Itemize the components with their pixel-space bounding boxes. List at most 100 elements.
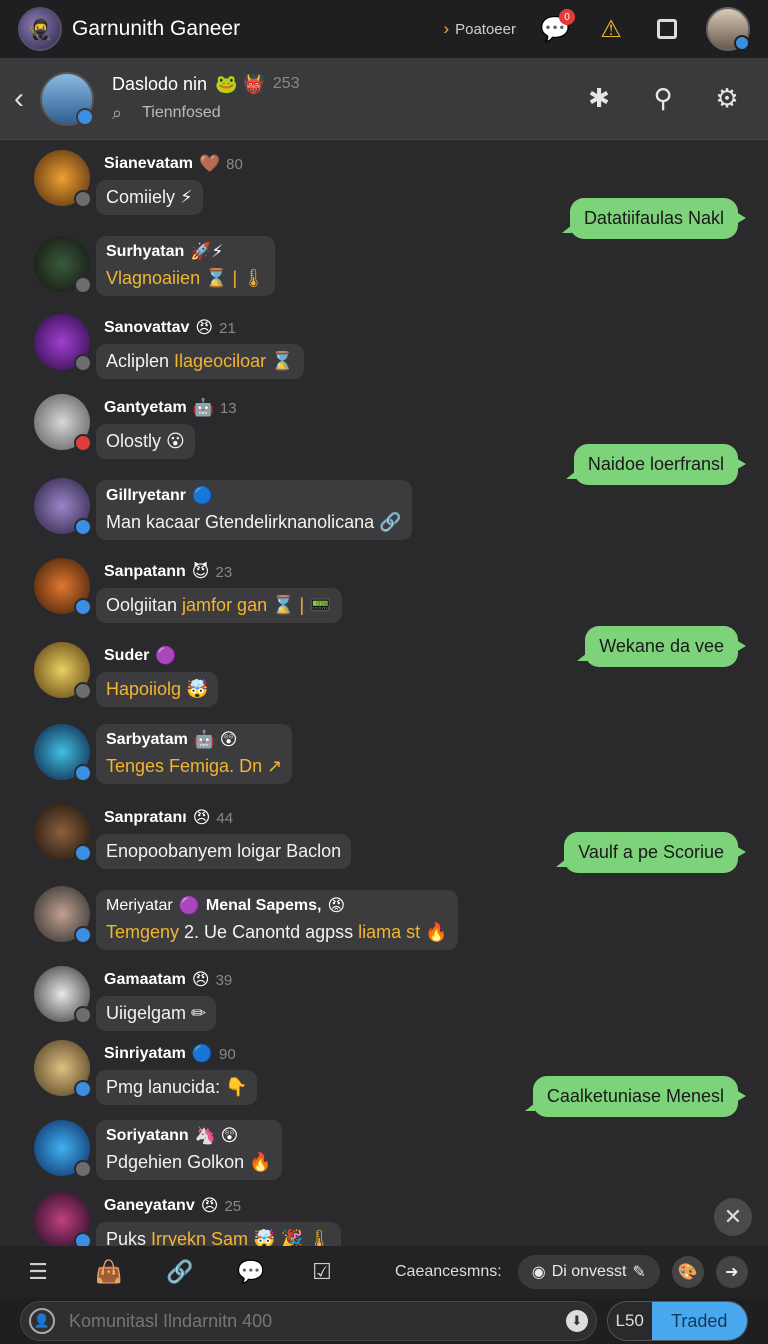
discover-pill[interactable]: ◉ Di onvesst ✎: [517, 1255, 660, 1289]
avatar[interactable]: [34, 724, 92, 782]
avatar[interactable]: [34, 314, 92, 372]
sender-name: Suder: [104, 647, 150, 664]
avatar[interactable]: [34, 1120, 92, 1178]
message-bubble[interactable]: Enopoobanyem loigar Baclon: [96, 834, 352, 869]
sender-count: 39: [215, 971, 233, 989]
message-bubble[interactable]: Hapoiiolg 🤯: [96, 672, 219, 707]
message-text: 2. Ue Canontd agpss: [184, 922, 359, 942]
message-bubble[interactable]: Oolgiitan jamfor gan ⌛ | 📟: [96, 588, 342, 623]
message-bubble[interactable]: Sarbyatam 🤖 😲 Tenges Femiga. Dn ↗: [96, 724, 293, 784]
message-item: Gillryetanr 🔵 Man kacaar Gtendelirknanoli…: [34, 478, 412, 540]
avatar[interactable]: [34, 394, 92, 452]
sender-emoji: 😠: [192, 808, 211, 827]
chat-emoji: 🐸 👹: [215, 73, 265, 94]
message-item: Sinriyatam 🔵 90 Pmg lanucida: 👇: [34, 1040, 258, 1105]
toolbar-label: Caeancesmns:: [395, 1263, 502, 1280]
my-message-bubble[interactable]: Wekane da vee: [577, 626, 746, 667]
pencil-icon: ✎: [632, 1264, 646, 1281]
chat-info: Daslodo nin 🐸 👹 253 ⌕ Tiennfosed: [112, 74, 300, 124]
window-icon[interactable]: [650, 12, 684, 46]
gear-icon[interactable]: ⚙: [710, 82, 744, 116]
input-bar: 👤 ⬇ L50 Traded: [0, 1298, 768, 1344]
avatar[interactable]: [34, 558, 92, 616]
my-message-bubble[interactable]: Caalketuniase Menesl: [524, 1076, 747, 1117]
sender-count: 44: [216, 809, 234, 827]
message-item: Meriyatar 🟣 Menal Sapems, 😡 Temgeny 2. Ue C…: [34, 886, 458, 950]
chat-avatar[interactable]: [40, 71, 94, 126]
message-bubble[interactable]: Surhyatan 🚀⚡ Vlagnoaiien ⌛ | 🌡: [96, 236, 276, 296]
bag-icon[interactable]: 👜: [91, 1254, 127, 1290]
segment-traded[interactable]: Traded: [651, 1302, 747, 1340]
message-text: Puks: [106, 1229, 152, 1246]
status-icon: [74, 1160, 92, 1178]
top-link[interactable]: › Poatoeer: [443, 19, 516, 39]
app-title: Garnunith Ganeer: [72, 17, 241, 40]
verified-icon: [74, 764, 92, 782]
sender-emoji: 🟣: [178, 896, 200, 915]
sender-name: Gantyetam: [104, 399, 187, 416]
verified-icon: [74, 1080, 92, 1098]
message-text: Pmg lanucida: 👇: [106, 1077, 248, 1097]
chevron-down-icon[interactable]: ⬇: [565, 1310, 588, 1332]
message-bubble[interactable]: Puks Irryekn Sam 🤯 🎉 🌡: [96, 1222, 341, 1246]
my-message-bubble[interactable]: Datatiifaulas Nakl: [561, 198, 747, 239]
sender-emoji: 😠: [200, 1196, 219, 1215]
segment-control: L50 Traded: [606, 1301, 748, 1341]
chat-bubbles-icon[interactable]: 💬 0: [538, 9, 575, 46]
message-bubble[interactable]: Olostly 😮: [96, 424, 195, 459]
message-item: Sanpatann 😈 23 Oolgiitan jamfor gan ⌛ | 📟: [34, 558, 342, 623]
search-icon[interactable]: ⚲: [646, 82, 680, 116]
message-bubble[interactable]: Gillryetanr 🔵 Man kacaar Gtendelirknanoli…: [96, 480, 412, 540]
list-icon[interactable]: ☰: [20, 1254, 56, 1290]
avatar[interactable]: [34, 966, 92, 1024]
avatar[interactable]: [34, 1040, 92, 1098]
message-input[interactable]: [69, 1310, 566, 1332]
message-bubble[interactable]: Soriyatann 🦄 😲 Pdgehien Golkon 🔥: [96, 1120, 282, 1180]
message-text: Man kacaar Gtendelirknanolicana 🔗: [106, 512, 402, 532]
link-icon[interactable]: 🔗: [142, 1254, 218, 1302]
segment-l50[interactable]: L50: [607, 1302, 652, 1340]
chat-icon[interactable]: 💬: [233, 1254, 269, 1290]
sender-emoji: 🤖: [192, 398, 214, 417]
sender-count: 13: [219, 399, 237, 417]
user-avatar[interactable]: [706, 7, 750, 51]
message-bubble[interactable]: Meriyatar 🟣 Menal Sapems, 😡 Temgeny 2. Ue C…: [96, 890, 458, 950]
message-item: Soriyatann 🦄 😲 Pdgehien Golkon 🔥: [34, 1120, 282, 1180]
sender-name: Sanpratanı: [104, 809, 187, 826]
avatar[interactable]: [34, 804, 92, 862]
message-item: Sarbyatam 🤖 😲 Tenges Femiga. Dn ↗: [34, 724, 293, 784]
avatar[interactable]: [34, 150, 92, 208]
member-count: 253: [272, 75, 300, 92]
sender-name: Surhyatan: [106, 243, 185, 260]
avatar[interactable]: [34, 886, 92, 944]
sender-name: Sanovattav: [104, 319, 190, 336]
message-item: Ganeyatanv 😠 25 Puks Irryekn Sam 🤯 🎉 🌡: [34, 1192, 341, 1246]
sender-emoji: 🤎: [198, 154, 221, 173]
avatar[interactable]: [34, 642, 92, 700]
mentioned-name: Menal Sapems,: [205, 897, 322, 914]
message-bubble[interactable]: Comiiely ⚡: [96, 180, 203, 215]
checkbox-icon[interactable]: ☑: [304, 1254, 340, 1290]
warning-icon[interactable]: ⚠: [594, 12, 628, 46]
message-list[interactable]: Sianevatam 🤎 80 Comiiely ⚡ Datatiifaulas N…: [0, 140, 768, 1246]
sender-name: Sinriyatam: [104, 1045, 186, 1062]
arrow-icon[interactable]: ➜: [715, 1256, 748, 1288]
my-message-bubble[interactable]: Vaulf a pe Scoriue: [556, 832, 746, 873]
avatar[interactable]: [34, 478, 92, 536]
message-bubble[interactable]: Uiigelgam ✏: [96, 996, 217, 1031]
palette-icon[interactable]: 🎨: [671, 1256, 704, 1288]
search-icon[interactable]: ⌕: [112, 103, 122, 124]
avatar[interactable]: [34, 1192, 92, 1246]
back-icon[interactable]: ‹: [14, 82, 34, 116]
message-bubble[interactable]: Acliplen Ilageociloar ⌛: [96, 344, 304, 379]
message-highlight: jamfor gan ⌛ | 📟: [182, 595, 332, 615]
asterisk-icon[interactable]: ✱: [582, 82, 616, 116]
user-icon[interactable]: 👤: [29, 1308, 55, 1334]
sender-count: 90: [218, 1045, 236, 1063]
message-bubble[interactable]: Pmg lanucida: 👇: [96, 1070, 258, 1105]
my-message-bubble[interactable]: Naidoe loerfransl: [565, 444, 747, 485]
sender-emoji: 🦄 😲: [194, 1126, 239, 1145]
avatar[interactable]: [34, 236, 92, 294]
close-icon[interactable]: ✕: [714, 1198, 752, 1236]
status-icon: [74, 1006, 92, 1024]
